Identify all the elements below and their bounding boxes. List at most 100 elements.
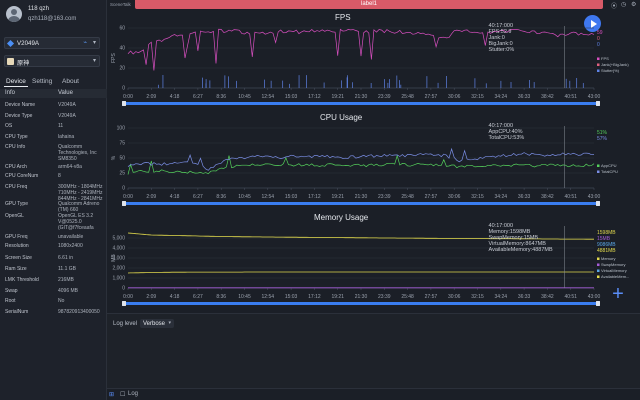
x-tick-label: 2:09 xyxy=(146,294,156,300)
tooltip-line: TotalCPU:53% xyxy=(489,135,525,141)
tab-setting[interactable]: Setting xyxy=(30,77,54,87)
info-value: 300MHz - 1804MHz 710MHz - 2419MHz 844MHz… xyxy=(58,184,103,202)
range-slider xyxy=(125,202,597,205)
y-tick-label: 100 xyxy=(117,126,126,132)
range-slider xyxy=(125,102,597,105)
legend-swatch xyxy=(597,275,600,278)
x-tick-label: 23:39 xyxy=(378,194,391,200)
x-tick-label: 4:18 xyxy=(170,294,180,300)
x-tick-label: 40:51 xyxy=(564,194,577,200)
y-tick-label: 75 xyxy=(119,141,125,147)
cpu-chart-title: CPU Usage xyxy=(320,113,363,122)
x-tick-label: 43:00 xyxy=(588,94,601,100)
x-tick-label: 32:15 xyxy=(471,94,484,100)
cpu-chart: 0 25 50 75 100% 0:00 2:09 4:18 6:27 8:36 10:45 12:5… xyxy=(111,123,618,206)
legend-swatch xyxy=(597,164,600,167)
info-value: 6.61 in xyxy=(58,255,74,261)
x-tick-label: 34:24 xyxy=(495,94,508,100)
x-tick-label: 32:15 xyxy=(471,194,484,200)
app-select[interactable]: 原神 ▾ xyxy=(4,55,100,67)
device-select[interactable]: V2049A ⌁ ▾ xyxy=(4,37,100,49)
sidebar: 118 qzh qzh118@163.com V2049A ⌁ ▾ 原神 ▾ D… xyxy=(0,0,107,400)
info-key: OpenGL xyxy=(5,213,24,219)
y-axis-label: FPS xyxy=(111,52,117,62)
info-value: No xyxy=(58,298,65,304)
info-key: SerialNum xyxy=(5,309,29,315)
info-value: unavailable xyxy=(58,234,84,240)
x-tick-label: 6:27 xyxy=(193,94,203,100)
x-tick-label: 6:27 xyxy=(193,294,203,300)
series-line-fps xyxy=(127,28,595,71)
info-value: lahaina xyxy=(58,134,75,140)
info-key: Swap xyxy=(5,288,18,294)
x-tick-label: 8:36 xyxy=(216,294,226,300)
x-tick-label: 17:12 xyxy=(308,294,321,300)
y-tick-label: 25 xyxy=(119,171,125,177)
user-profile[interactable]: 118 qzh qzh118@163.com xyxy=(4,4,104,26)
x-tick-label: 2:09 xyxy=(146,94,156,100)
x-tick-label: 23:39 xyxy=(378,294,391,300)
x-tick-label: 34:24 xyxy=(495,294,508,300)
x-tick-label: 0:00 xyxy=(123,94,133,100)
memory-chart-title: Memory Usage xyxy=(314,213,369,222)
chevron-down-icon: ▾ xyxy=(92,40,96,46)
legend-label: Stutter(%) xyxy=(601,68,620,73)
legend-label: AppCPU xyxy=(601,163,617,168)
avatar[interactable] xyxy=(6,6,22,22)
x-tick-label: 27:57 xyxy=(425,294,438,300)
x-tick-label: 17:12 xyxy=(308,94,321,100)
legend-label: FPS xyxy=(601,56,609,61)
legend-label: VirtualMemory xyxy=(601,268,627,273)
info-key: CPU Arch xyxy=(5,164,27,170)
log-panel: Log level Verbose ▾ xyxy=(107,313,640,388)
device-select-value: V2049A xyxy=(17,40,40,47)
x-tick-label: 10:45 xyxy=(238,194,251,200)
x-tick-label: 43:00 xyxy=(588,294,601,300)
main-panel: SceneTalk label1 ⦿ ◷ ⚙ FPS 0 20 40 60 FPS 0:0… xyxy=(107,0,640,400)
log-level-select[interactable]: Verbose ▾ xyxy=(140,319,174,328)
info-value: OpenGL ES 3.2 V@0525.0 (GIT@f7fceaafa xyxy=(58,213,94,231)
info-key: LMK Threshold xyxy=(5,277,39,283)
expand-icon[interactable]: ⊞ xyxy=(109,391,114,398)
info-key: GPU Type xyxy=(5,201,28,207)
tab-about[interactable]: About xyxy=(60,77,81,87)
label-bar[interactable]: label1 xyxy=(135,0,603,9)
scene-tab[interactable]: SceneTalk xyxy=(107,0,133,8)
x-tick-label: 6:27 xyxy=(193,194,203,200)
x-tick-label: 10:45 xyxy=(238,294,251,300)
x-tick-label: 10:45 xyxy=(238,94,251,100)
x-tick-label: 38:42 xyxy=(541,194,554,200)
location-icon[interactable]: ⦿ xyxy=(611,1,617,10)
legend-swatch xyxy=(597,63,600,66)
series-line-appcpu xyxy=(127,154,595,175)
x-tick-label: 4:18 xyxy=(170,194,180,200)
x-tick-label: 40:51 xyxy=(564,294,577,300)
log-label: Log xyxy=(128,391,139,397)
info-value: V2049A xyxy=(58,102,76,108)
y-tick-label: 60 xyxy=(119,26,125,32)
x-tick-label: 30:06 xyxy=(448,194,461,200)
tab-device[interactable]: Device xyxy=(4,77,28,87)
legend-swatch xyxy=(597,69,600,72)
info-value: V2049A xyxy=(58,113,76,119)
info-key: Device Name xyxy=(5,102,36,108)
x-tick-label: 12:54 xyxy=(262,94,275,100)
info-value: 1080x2400 xyxy=(58,243,83,249)
clock-icon[interactable]: ◷ xyxy=(621,1,626,8)
x-tick-label: 17:12 xyxy=(308,194,321,200)
add-button[interactable]: + xyxy=(610,284,626,304)
x-tick-label: 12:54 xyxy=(262,294,275,300)
log-checkbox[interactable]: ☐ xyxy=(120,391,125,398)
info-value: 11 xyxy=(58,123,64,129)
end-value: 57% xyxy=(597,136,608,142)
info-table-header: Info Value xyxy=(0,89,107,98)
legend-swatch xyxy=(597,170,600,173)
info-value: 4096 MB xyxy=(58,288,79,294)
x-tick-label: 12:54 xyxy=(262,194,275,200)
legend-label: AvailableMem... xyxy=(601,274,629,279)
end-value: 0 xyxy=(597,42,600,48)
y-axis-label: MB xyxy=(111,254,117,262)
series-line-totalcpu xyxy=(127,147,595,171)
tooltip-line: AvailableMemory:4887MB xyxy=(489,247,553,253)
settings-icon[interactable]: ⚙ xyxy=(631,1,636,8)
